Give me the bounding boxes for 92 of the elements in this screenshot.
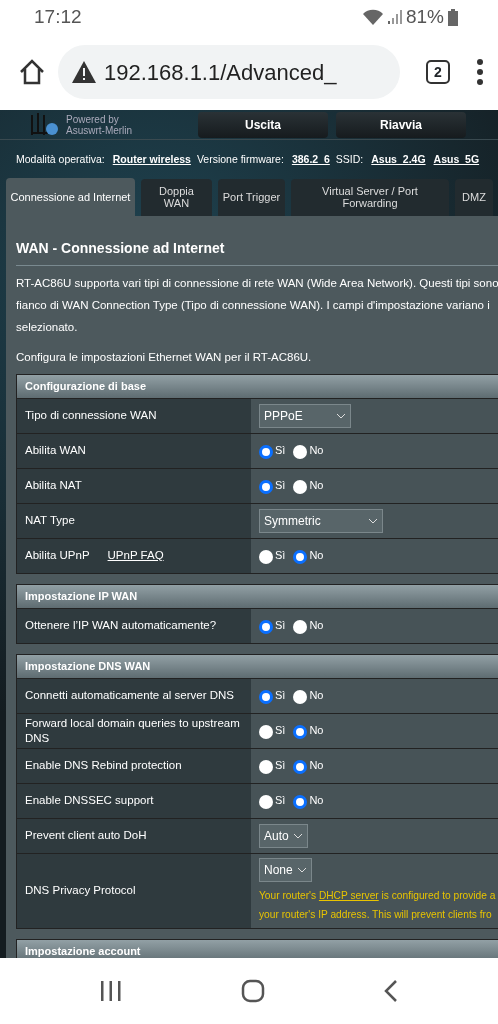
radio-button[interactable] <box>293 759 308 774</box>
row-label: Abilita NAT <box>25 478 82 494</box>
row-label: Enable DNSSEC support <box>25 793 154 809</box>
header-button[interactable]: Riavvia <box>336 111 466 138</box>
row-label: Connetti automaticamente al server DNS <box>25 688 234 704</box>
dhcp-link[interactable]: DHCP server <box>318 889 379 901</box>
row-label: Forward local domain queries to upstream DNS <box>25 715 241 746</box>
radio-button[interactable] <box>259 479 273 494</box>
warning-icon <box>72 61 96 83</box>
radio-button[interactable] <box>259 759 273 774</box>
back-icon[interactable] <box>384 980 399 1002</box>
row-label: Abilita UPnP <box>25 548 90 564</box>
radio-button[interactable] <box>293 444 308 459</box>
intro-paragraph: RT-AC86U supporta vari tipi di connessione di rete WAN (Wide Area Network). Questi tipi sono fianco di WAN Connection Type (Tipo di connessione WAN). I campi d'impostazione variano i selezionato. <box>16 275 498 335</box>
section-header: Impostazione IP WAN <box>16 583 498 609</box>
radio-label: No <box>309 688 324 704</box>
row-label: NAT Type <box>25 513 75 529</box>
radio-button[interactable] <box>259 619 273 634</box>
radio-label: Sì <box>275 688 286 704</box>
radio-button[interactable] <box>259 724 273 739</box>
radio-label: No <box>309 793 324 809</box>
menu-icon[interactable] <box>476 59 484 85</box>
info-link[interactable]: Asus_2.4G <box>371 152 426 168</box>
chevron-down-icon <box>292 832 303 839</box>
radio-button[interactable] <box>293 794 308 809</box>
info-label: Modalità operativa: <box>16 152 105 167</box>
radio-label: No <box>309 758 324 774</box>
intro-note: Configura le impostazioni Ethernet WAN per il RT-AC86U. <box>16 349 313 365</box>
faq-link[interactable]: UPnP FAQ <box>107 548 164 564</box>
signal-icon <box>387 10 402 24</box>
radio-label: No <box>309 478 324 494</box>
tab[interactable]: Connessione ad Internet <box>6 177 135 216</box>
tab[interactable]: Port Trigger <box>218 178 285 216</box>
battery-icon <box>448 8 458 26</box>
info-link[interactable]: 386.2_6 <box>291 152 330 168</box>
radio-label: Sì <box>275 548 286 564</box>
chevron-down-icon <box>336 412 346 419</box>
radio-button[interactable] <box>293 619 308 634</box>
section-header: Configurazione di base <box>16 373 498 399</box>
tab[interactable]: Doppia WAN <box>141 178 212 216</box>
radio-label: Sì <box>275 758 286 774</box>
row-label: Tipo di connessione WAN <box>25 408 157 424</box>
radio-label: Sì <box>275 793 286 809</box>
radio-label: No <box>309 723 324 739</box>
battery-percent: 81% <box>405 4 444 29</box>
radio-button[interactable] <box>259 794 273 809</box>
radio-label: Sì <box>275 723 286 739</box>
section-header: Impostazione DNS WAN <box>16 653 498 679</box>
radio-label: Sì <box>275 618 286 634</box>
warning-note: Your router's DHCP server is configured to provide a your router's IP address. This will prevent clients fro <box>259 888 497 922</box>
radio-button[interactable] <box>259 689 273 704</box>
radio-button[interactable] <box>293 549 308 564</box>
radio-button[interactable] <box>259 549 273 564</box>
address-bar[interactable]: 192.168.1.1/Advanced_ <box>58 45 400 99</box>
row-label: Abilita WAN <box>25 443 86 459</box>
header-button[interactable]: Uscita <box>198 111 328 138</box>
tab-count-button[interactable]: 2 <box>426 60 450 84</box>
radio-button[interactable] <box>293 689 308 704</box>
select-field[interactable]: None <box>259 857 312 882</box>
info-link[interactable]: Router wireless <box>112 152 191 168</box>
chevron-down-icon <box>368 517 378 524</box>
radio-label: No <box>309 443 324 459</box>
home-button-icon[interactable] <box>241 979 265 1003</box>
select-field[interactable]: Auto <box>259 823 308 848</box>
info-label: Versione firmware: <box>196 152 284 167</box>
clock: 17:12 <box>34 4 82 29</box>
url-text: 192.168.1.1/Advanced_ <box>104 58 337 87</box>
home-icon[interactable] <box>18 58 46 86</box>
radio-button[interactable] <box>293 479 308 494</box>
select-field[interactable]: Symmetric <box>259 508 383 533</box>
logo-text: Powered by Asuswrt-Merlin <box>66 113 133 136</box>
info-label: SSID: <box>335 152 364 167</box>
radio-button[interactable] <box>259 444 273 459</box>
section-header: Impostazione account <box>16 938 498 958</box>
chevron-down-icon <box>296 866 307 873</box>
radio-label: No <box>309 618 324 634</box>
row-label: Prevent client auto DoH <box>25 828 147 844</box>
router-icon <box>30 112 60 137</box>
radio-label: Sì <box>275 443 286 459</box>
select-field[interactable]: PPPoE <box>259 403 351 428</box>
row-label: DNS Privacy Protocol <box>25 883 136 899</box>
radio-label: Sì <box>275 478 286 494</box>
recent-apps-icon[interactable] <box>99 981 122 1001</box>
radio-label: No <box>309 548 324 564</box>
page-title: WAN - Connessione ad Internet <box>16 229 498 266</box>
row-label: Enable DNS Rebind protection <box>25 758 182 774</box>
tab[interactable]: Virtual Server / Port Forwarding <box>291 178 449 216</box>
row-label: Ottenere l’IP WAN automaticamente? <box>25 618 217 634</box>
info-link[interactable]: Asus_5G <box>433 152 480 168</box>
wifi-icon <box>361 9 384 25</box>
tab[interactable]: DMZ <box>455 178 493 216</box>
radio-button[interactable] <box>293 724 308 739</box>
